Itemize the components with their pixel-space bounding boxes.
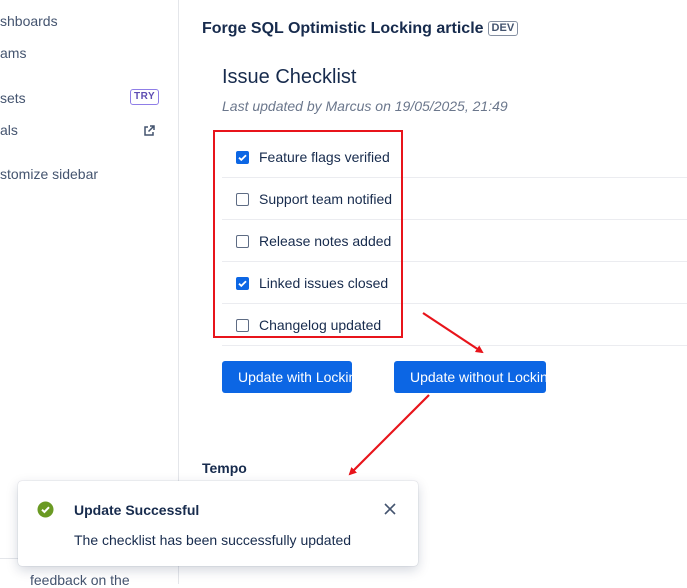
update-without-locking-button[interactable]: Update without Locking <box>394 361 556 393</box>
checklist-subtitle: Last updated by Marcus on 19/05/2025, 21… <box>222 98 508 114</box>
external-link-icon <box>142 122 156 136</box>
sidebar-item-assets[interactable]: sets TRY <box>0 87 170 109</box>
tempo-section-title: Tempo <box>202 460 247 476</box>
sidebar-item-label: shboards <box>0 13 58 29</box>
page-title-text: Forge SQL Optimistic Locking article <box>202 20 484 37</box>
toast-message: The checklist has been successfully upda… <box>74 532 352 548</box>
page-title: Forge SQL Optimistic Locking article DEV <box>202 20 519 38</box>
sidebar-item-goals[interactable]: als <box>0 119 170 141</box>
success-check-icon <box>37 501 54 518</box>
close-icon[interactable] <box>382 501 398 517</box>
sidebar-item-label: als <box>0 122 18 138</box>
toast-notification: Update Successful The checklist has been… <box>18 481 418 566</box>
try-badge: TRY <box>130 89 160 105</box>
checklist-title: Issue Checklist <box>222 66 357 88</box>
sidebar-item-label: sets <box>0 90 26 106</box>
toast-title: Update Successful <box>74 502 200 518</box>
annotation-highlight-box <box>213 130 403 338</box>
annotation-arrow <box>348 394 430 476</box>
feedback-link[interactable]: feedback on the <box>30 572 130 588</box>
sidebar-item-label: ams <box>0 45 27 61</box>
sidebar-item-label: stomize sidebar <box>0 166 99 182</box>
env-badge: DEV <box>487 21 519 36</box>
update-with-locking-button[interactable]: Update with Locking <box>222 361 364 393</box>
